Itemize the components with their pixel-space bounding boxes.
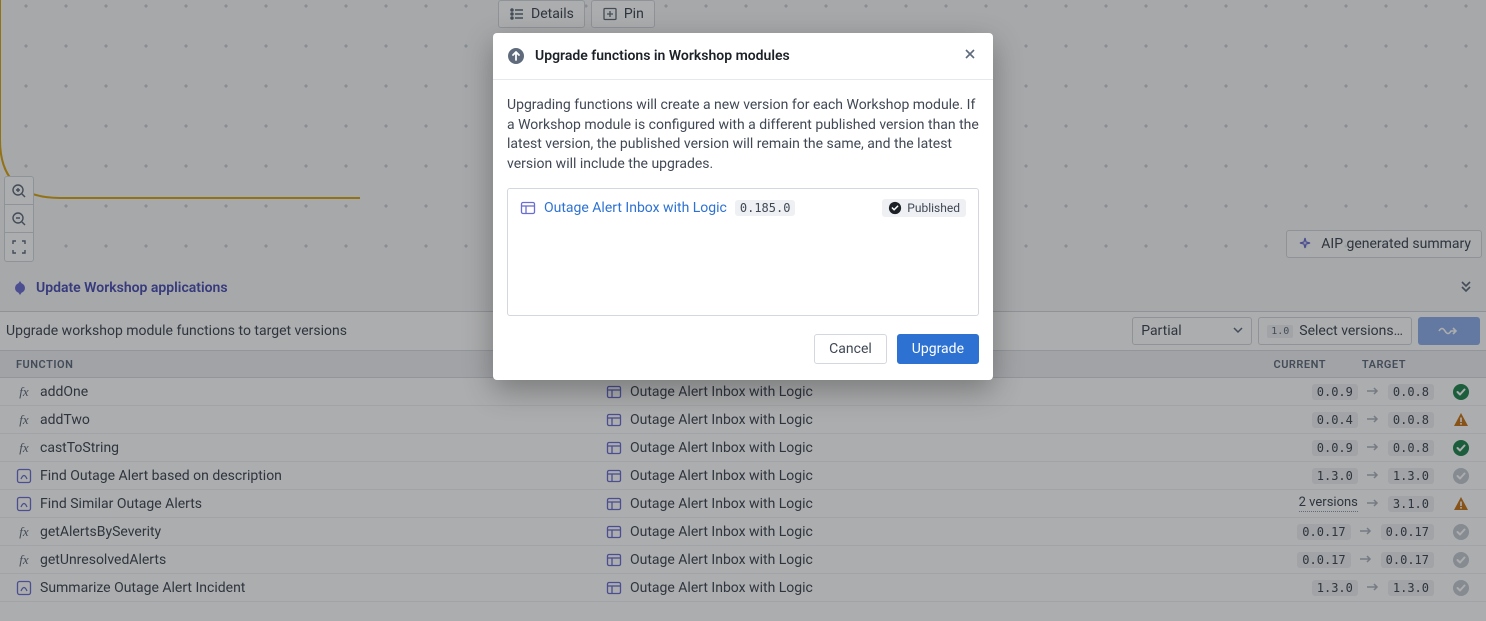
module-list: Outage Alert Inbox with Logic 0.185.0 Pu… bbox=[507, 188, 979, 316]
modal-header: Upgrade functions in Workshop modules bbox=[493, 33, 993, 80]
upgrade-button[interactable]: Upgrade bbox=[897, 334, 979, 364]
cancel-button[interactable]: Cancel bbox=[814, 334, 887, 364]
module-row: Outage Alert Inbox with Logic 0.185.0 Pu… bbox=[520, 199, 966, 217]
modal-overlay[interactable]: Upgrade functions in Workshop modules Up… bbox=[0, 0, 1486, 621]
modal-description: Upgrading functions will create a new ve… bbox=[507, 96, 979, 174]
check-circle-icon bbox=[888, 201, 902, 215]
close-icon bbox=[963, 47, 977, 61]
modal-title: Upgrade functions in Workshop modules bbox=[535, 48, 790, 64]
modal-close-button[interactable] bbox=[961, 45, 979, 67]
module-link[interactable]: Outage Alert Inbox with Logic bbox=[544, 200, 727, 216]
module-version: 0.185.0 bbox=[735, 200, 796, 216]
upgrade-icon bbox=[507, 47, 525, 65]
modal-footer: Cancel Upgrade bbox=[493, 334, 993, 380]
published-badge: Published bbox=[882, 199, 966, 217]
module-icon bbox=[520, 200, 536, 216]
published-label: Published bbox=[907, 201, 960, 215]
modal-body: Upgrading functions will create a new ve… bbox=[493, 80, 993, 334]
upgrade-modal: Upgrade functions in Workshop modules Up… bbox=[493, 33, 993, 380]
